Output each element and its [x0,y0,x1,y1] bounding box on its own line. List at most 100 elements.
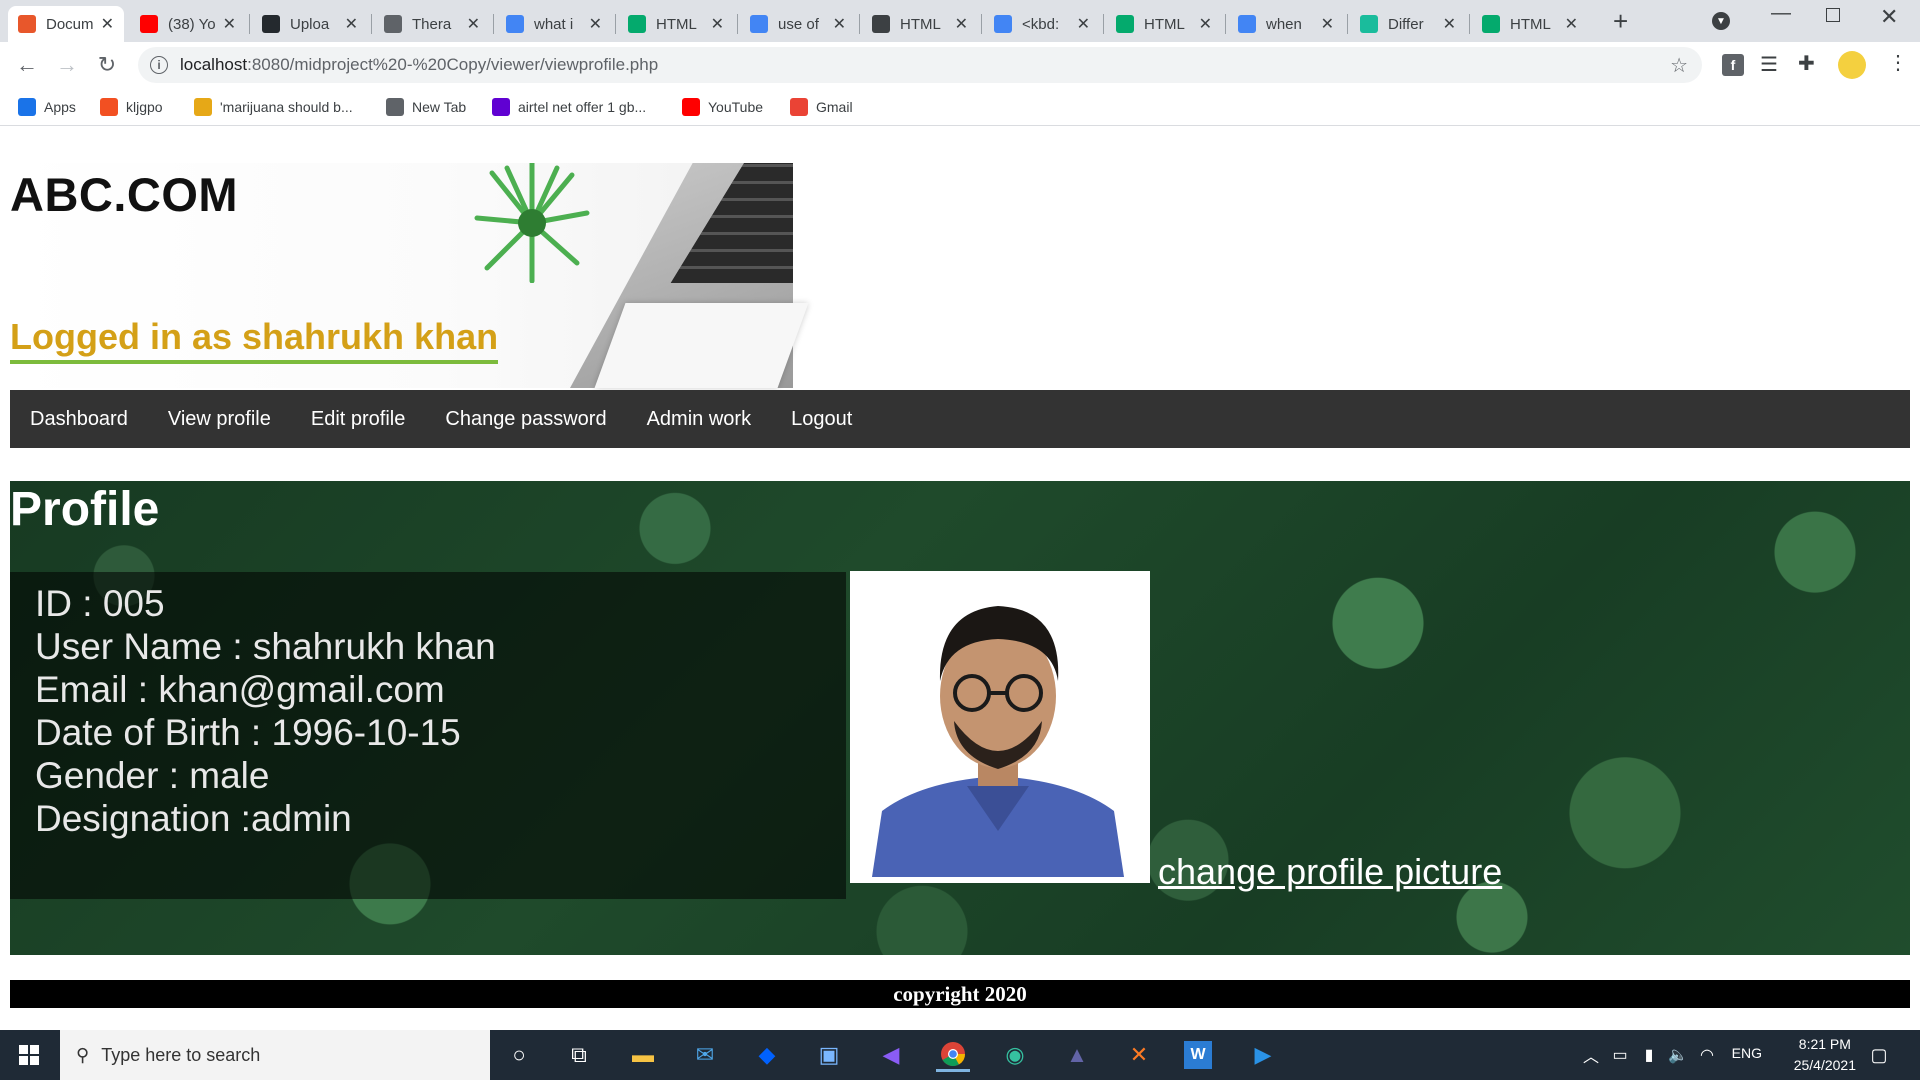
close-window-icon[interactable]: ✕ [1880,4,1898,30]
browser-tab[interactable]: <kbd: ✕ [984,6,1100,42]
shield-icon [1360,15,1378,33]
bookmark-item[interactable]: airtel net offer 1 gb... [492,96,646,118]
tab-title: (38) Yo [168,15,216,33]
close-tab-icon[interactable]: ✕ [589,14,602,34]
mail-icon[interactable]: ✉ [688,1038,722,1072]
tab-separator [1103,14,1104,34]
minimize-icon[interactable]: — [1771,2,1791,25]
nav-view-profile[interactable]: View profile [168,408,271,431]
browser-tab[interactable]: Thera ✕ [374,6,490,42]
dropbox-icon[interactable]: ◆ [750,1038,784,1072]
browser-tab[interactable]: (38) Yo ✕ [130,6,246,42]
edge-icon[interactable]: ◉ [998,1038,1032,1072]
restore-icon[interactable] [1826,8,1840,22]
bookmark-item[interactable]: YouTube [682,96,763,118]
profile-section: Profile ID : 005 User Name : shahrukh kh… [10,481,1910,955]
extensions-puzzle-icon[interactable]: ✚ [1798,51,1815,76]
browser-toolbar: ← → ↻ i localhost:8080/midproject%20-%20… [0,42,1920,88]
browser-tab[interactable]: HTML ✕ [862,6,978,42]
html-file-icon [18,15,36,33]
close-tab-icon[interactable]: ✕ [467,14,480,34]
remote-desktop-icon[interactable]: ▣ [812,1038,846,1072]
facebook-extension-icon[interactable]: f [1722,54,1744,76]
input-language[interactable]: ENG [1732,1045,1762,1061]
chrome-icon[interactable] [936,1038,970,1072]
nav-admin-work[interactable]: Admin work [647,408,751,431]
bookmark-star-icon[interactable]: ☆ [1670,53,1688,78]
tab-separator [737,14,738,34]
close-tab-icon[interactable]: ✕ [101,14,114,34]
browser-tab[interactable]: Differ ✕ [1350,6,1466,42]
menu-kebab-icon[interactable]: ⋮ [1888,50,1908,75]
word-icon[interactable]: W [1184,1041,1212,1069]
close-tab-icon[interactable]: ✕ [223,14,236,34]
tab-search-icon[interactable]: ▼ [1712,12,1730,30]
reload-icon[interactable]: ↻ [92,50,122,80]
profile-avatar[interactable] [1838,51,1866,79]
nav-change-password[interactable]: Change password [445,408,606,431]
tab-title: HTML [1510,15,1551,33]
close-tab-icon[interactable]: ✕ [1321,14,1334,34]
close-tab-icon[interactable]: ✕ [1199,14,1212,34]
close-tab-icon[interactable]: ✕ [345,14,358,34]
search-icon: ⚲ [76,1044,90,1065]
close-tab-icon[interactable]: ✕ [1565,14,1578,34]
browser-tab[interactable]: HTML ✕ [1472,6,1588,42]
browser-tab[interactable]: Docum ✕ [8,6,124,42]
w3schools-icon [628,15,646,33]
system-clock[interactable]: 8:21 PM 25/4/2021 [1794,1034,1856,1076]
bookmark-item[interactable]: kljgpo [100,96,163,118]
tab-separator [371,14,372,34]
task-view-icon[interactable]: ⧉ [562,1038,596,1072]
visual-studio-icon[interactable]: ◀ [874,1038,908,1072]
taskbar-search[interactable]: ⚲ Type here to search [60,1030,490,1080]
bookmark-item[interactable]: 'marijuana should b... [194,96,353,118]
nav-edit-profile[interactable]: Edit profile [311,408,406,431]
browser-tab[interactable]: when ✕ [1228,6,1344,42]
profile-gender: Gender : male [35,755,270,796]
bookmark-label: Apps [44,99,76,115]
browser-tab[interactable]: use of ✕ [740,6,856,42]
site-info-icon[interactable]: i [150,56,168,74]
bookmark-label: kljgpo [126,99,163,115]
wifi-icon[interactable]: ◠ [1690,1038,1724,1072]
browser-tab[interactable]: Uploa ✕ [252,6,368,42]
back-icon[interactable]: ← [12,50,42,80]
nav-logout[interactable]: Logout [791,408,852,431]
w3schools-icon [1116,15,1134,33]
profile-photo [850,571,1150,883]
bookmark-item[interactable]: New Tab [386,96,466,118]
windows-start-icon[interactable] [12,1038,46,1072]
browser-tab[interactable]: what i ✕ [496,6,612,42]
nav-dashboard[interactable]: Dashboard [30,408,128,431]
browser-tab[interactable]: HTML ✕ [618,6,734,42]
close-tab-icon[interactable]: ✕ [1077,14,1090,34]
bookmark-item[interactable]: Gmail [790,96,853,118]
diamond-icon [872,15,890,33]
google-icon [994,15,1012,33]
forward-icon[interactable]: → [52,50,82,80]
cortana-icon[interactable]: ○ [502,1038,536,1072]
xampp-icon[interactable]: ✕ [1122,1038,1156,1072]
close-tab-icon[interactable]: ✕ [1443,14,1456,34]
media-player-icon[interactable]: ▶ [1246,1038,1280,1072]
file-explorer-icon[interactable]: ▬ [626,1038,660,1072]
new-tab-icon[interactable]: + [1613,6,1628,37]
plant-image [474,163,590,283]
notebook-image [594,303,809,388]
list-extension-icon[interactable]: ☰ [1760,52,1778,77]
close-tab-icon[interactable]: ✕ [711,14,724,34]
teams-icon[interactable]: ▲ [1060,1038,1094,1072]
close-tab-icon[interactable]: ✕ [833,14,846,34]
taskbar-search-placeholder: Type here to search [101,1044,261,1065]
google-icon [1238,15,1256,33]
profile-id: ID : 005 [35,583,165,624]
close-tab-icon[interactable]: ✕ [955,14,968,34]
bookmark-item[interactable]: Apps [18,96,76,118]
change-profile-picture-link[interactable]: change profile picture [1158,851,1502,893]
url-path: :8080/midproject%20-%20Copy/viewer/viewp… [247,55,659,74]
address-bar[interactable]: i localhost:8080/midproject%20-%20Copy/v… [138,47,1702,83]
notifications-icon[interactable]: ▢ [1862,1038,1896,1072]
browser-tab[interactable]: HTML ✕ [1106,6,1222,42]
tab-separator [493,14,494,34]
